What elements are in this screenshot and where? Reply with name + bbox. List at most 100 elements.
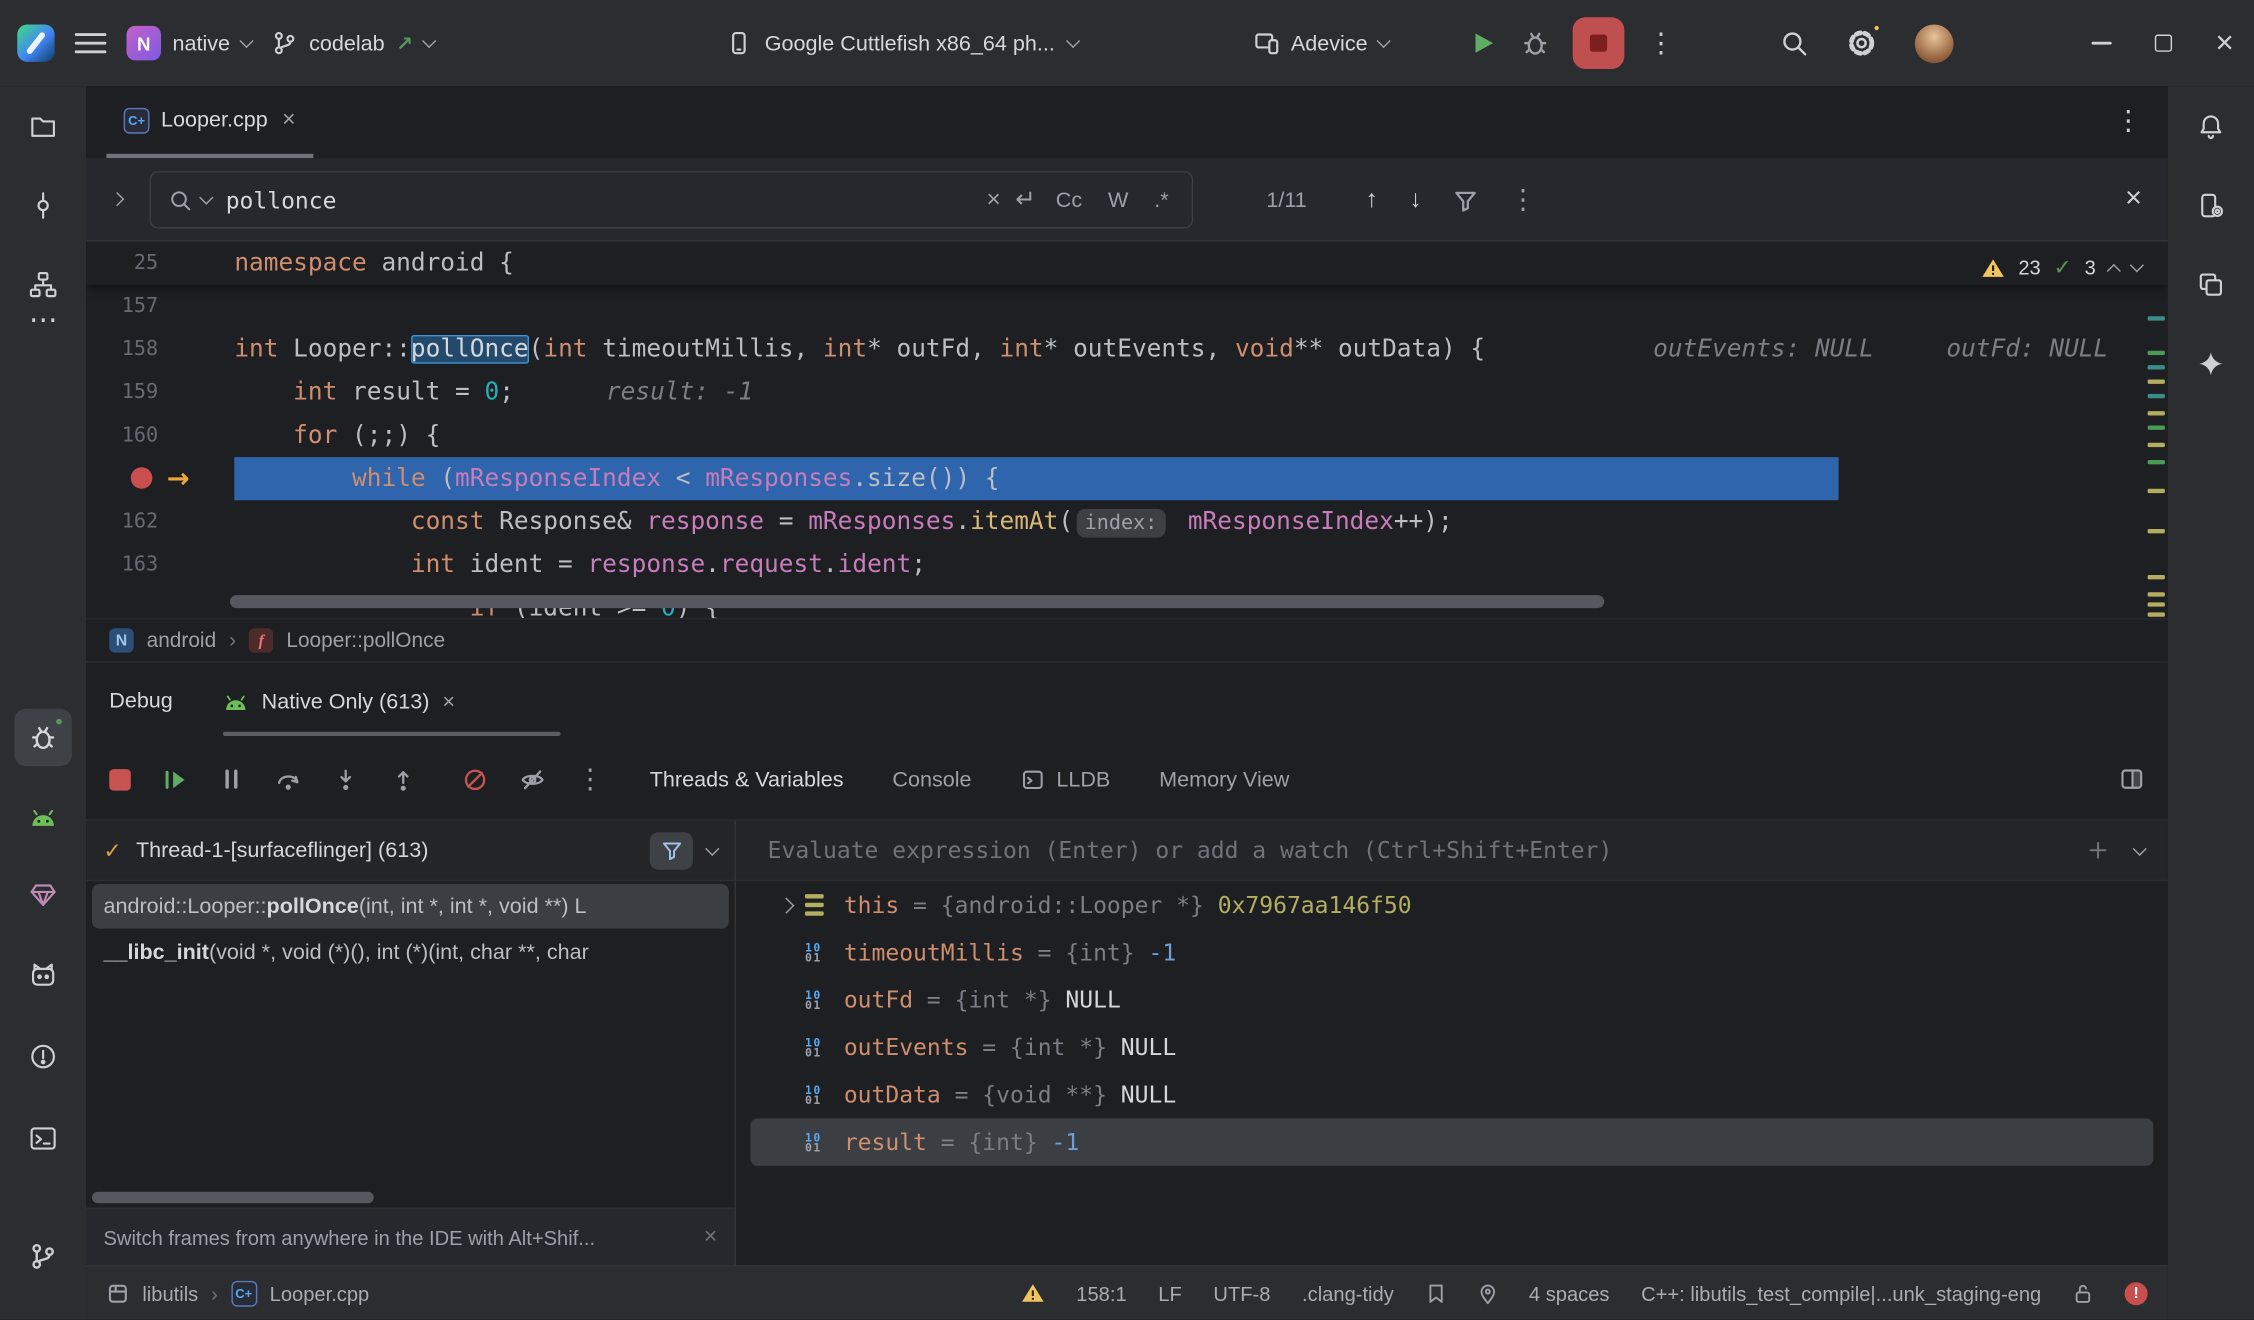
clear-search-icon[interactable]: ×: [987, 185, 1001, 214]
step-into-icon[interactable]: [332, 765, 359, 792]
tab-console[interactable]: Console: [892, 767, 971, 791]
previous-match-button[interactable]: ↑: [1366, 185, 1378, 214]
app-insights-tool-icon[interactable]: [14, 865, 72, 923]
logcat-tool-icon[interactable]: [14, 788, 72, 846]
code-editor[interactable]: 25namespace android {157158int Looper::p…: [86, 242, 2168, 619]
editor-gutter[interactable]: 163: [86, 543, 230, 586]
variable-row[interactable]: 1001outData = {void **} NULL: [736, 1071, 2168, 1118]
breakpoint-icon[interactable]: [131, 467, 153, 489]
run-button[interactable]: [1469, 29, 1498, 58]
code-line[interactable]: 162 const Response& response = mResponse…: [86, 500, 2168, 543]
inspections-widget[interactable]: 23 ✓ 3: [1981, 249, 2142, 286]
resume-icon[interactable]: [161, 765, 188, 792]
layout-settings-icon[interactable]: [2119, 766, 2145, 792]
pause-icon[interactable]: [219, 766, 245, 792]
breadcrumb-function[interactable]: Looper::pollOnce: [286, 629, 445, 652]
status-file[interactable]: Looper.cpp: [270, 1282, 370, 1305]
code-line[interactable]: → while (mResponseIndex < mResponses.siz…: [86, 457, 2168, 500]
next-match-button[interactable]: ↓: [1409, 185, 1421, 214]
encoding[interactable]: UTF-8: [1213, 1282, 1270, 1305]
variable-row[interactable]: this = {android::Looper *} 0x7967aa146f5…: [736, 881, 2168, 928]
stack-frame-row[interactable]: __libc_init(void *, void (*)(), int (*)(…: [86, 929, 734, 976]
tab-options-button[interactable]: ⋮: [2115, 108, 2142, 135]
commit-tool-icon[interactable]: [14, 177, 72, 235]
search-field[interactable]: × ↵ Cc W .*: [150, 171, 1194, 229]
toolchain[interactable]: C++: libutils_test_compile|...unk_stagin…: [1641, 1282, 2041, 1305]
debug-button[interactable]: [1521, 29, 1550, 58]
notifications-icon[interactable]: [2182, 98, 2240, 156]
hide-watches-icon[interactable]: [519, 765, 546, 792]
project-tool-icon[interactable]: [14, 98, 72, 156]
variable-row[interactable]: 1001result = {int} -1: [750, 1118, 2153, 1165]
whole-words-toggle[interactable]: W: [1102, 188, 1134, 212]
frames-scrollbar[interactable]: [92, 1192, 374, 1204]
more-tools-icon[interactable]: ⋯: [14, 299, 72, 339]
code-line[interactable]: 25namespace android {: [86, 242, 2168, 285]
editor-gutter[interactable]: 157: [86, 285, 230, 328]
tab-memory-view[interactable]: Memory View: [1159, 767, 1289, 791]
horizontal-scrollbar[interactable]: [230, 595, 1604, 608]
more-actions-button[interactable]: ⋮: [1647, 29, 1674, 56]
newline-icon[interactable]: ↵: [1015, 185, 1035, 214]
editor-gutter[interactable]: 158: [86, 328, 230, 371]
device-mirror-selector[interactable]: Adevice: [1254, 0, 1390, 86]
match-case-toggle[interactable]: Cc: [1050, 188, 1088, 212]
search-options-button[interactable]: ⋮: [1509, 186, 1536, 213]
error-indicator[interactable]: !: [2125, 1282, 2148, 1305]
device-selector[interactable]: Google Cuttlefish x86_64 ph...: [726, 0, 1078, 86]
minimize-button[interactable]: [2092, 42, 2112, 45]
close-session-icon[interactable]: ×: [442, 689, 455, 713]
profiler-tool-icon[interactable]: [14, 946, 72, 1004]
close-tab-icon[interactable]: ×: [282, 107, 295, 133]
settings-button[interactable]: [1846, 27, 1878, 59]
bookmark-icon[interactable]: [1425, 1282, 1445, 1305]
variable-row[interactable]: 1001outEvents = {int *} NULL: [736, 1024, 2168, 1071]
expand-replace-icon[interactable]: [110, 192, 124, 206]
search-input[interactable]: [226, 186, 972, 213]
chevron-down-icon[interactable]: [2133, 841, 2147, 855]
gemini-icon[interactable]: [2182, 335, 2240, 393]
editor-gutter[interactable]: →: [86, 457, 230, 500]
editor-tab[interactable]: C+ Looper.cpp ×: [106, 86, 312, 158]
previous-problem-icon[interactable]: [2107, 263, 2121, 277]
next-problem-icon[interactable]: [2130, 258, 2144, 272]
stop-button[interactable]: [1573, 17, 1625, 69]
lock-icon[interactable]: [2073, 1282, 2093, 1305]
close-find-bar-icon[interactable]: ×: [2125, 183, 2142, 216]
tab-threads-variables[interactable]: Threads & Variables: [650, 767, 844, 791]
pin-icon[interactable]: [1477, 1282, 1497, 1305]
code-line[interactable]: 157: [86, 285, 2168, 328]
search-icon[interactable]: [1780, 29, 1809, 58]
step-over-icon[interactable]: [275, 765, 302, 792]
editor-gutter[interactable]: [86, 587, 230, 619]
chevron-down-icon[interactable]: [705, 841, 719, 855]
close-button[interactable]: ×: [2215, 27, 2233, 59]
add-watch-icon[interactable]: [2087, 840, 2109, 862]
main-menu-button[interactable]: [75, 33, 107, 53]
variable-row[interactable]: 1001timeoutMillis = {int} -1: [736, 929, 2168, 976]
code-line[interactable]: 160 for (;;) {: [86, 414, 2168, 457]
search-history-chevron[interactable]: [199, 191, 213, 205]
filter-icon[interactable]: [1453, 188, 1477, 212]
mute-breakpoints-icon[interactable]: [461, 765, 488, 792]
line-separator[interactable]: LF: [1158, 1282, 1181, 1305]
debug-tool-icon-selected[interactable]: [14, 709, 72, 767]
editor-gutter[interactable]: 162: [86, 500, 230, 543]
evaluate-bar[interactable]: Evaluate expression (Enter) or add a wat…: [736, 821, 2168, 881]
filter-frames-button[interactable]: [650, 832, 693, 869]
variable-row[interactable]: 1001outFd = {int *} NULL: [736, 976, 2168, 1023]
step-out-icon[interactable]: [390, 765, 417, 792]
avatar[interactable]: [1915, 24, 1954, 63]
code-line[interactable]: 159 int result = 0;result: -1: [86, 371, 2168, 414]
warning-icon[interactable]: [1020, 1282, 1044, 1304]
tab-scroll-indicator[interactable]: [223, 732, 561, 736]
regex-toggle[interactable]: .*: [1149, 188, 1175, 212]
code-line[interactable]: 158int Looper::pollOnce(int timeoutMilli…: [86, 328, 2168, 371]
problems-tool-icon[interactable]: [14, 1028, 72, 1086]
tab-lldb[interactable]: LLDB: [1020, 767, 1110, 791]
maximize-button[interactable]: [2155, 35, 2172, 52]
code-line[interactable]: 163 int ident = response.request.ident;: [86, 543, 2168, 586]
editor-gutter[interactable]: 160: [86, 414, 230, 457]
thread-selector[interactable]: ✓ Thread-1-[surfaceflinger] (613): [86, 821, 734, 881]
device-manager-icon[interactable]: [2182, 177, 2240, 235]
